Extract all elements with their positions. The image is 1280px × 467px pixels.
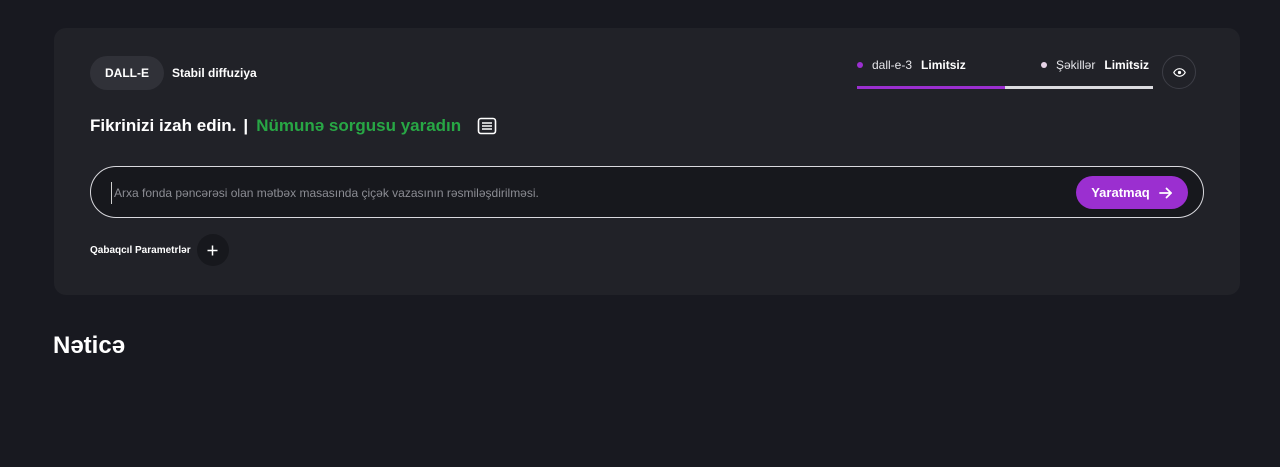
limit-name: dall-e-3 <box>872 58 913 72</box>
prompt-input[interactable] <box>111 182 1056 204</box>
advanced-settings-toggle[interactable] <box>196 234 229 266</box>
heading-separator: | <box>243 116 249 135</box>
limit-dall-e-3: dall-e-3 Limitsiz <box>857 58 966 72</box>
prompt-box: Yaratmaq <box>90 166 1204 218</box>
tab-dall-e[interactable]: DALL-E <box>90 56 164 90</box>
limit-value: Limitsiz <box>921 58 966 72</box>
eye-icon <box>1172 67 1186 77</box>
limit-value: Limitsiz <box>1104 58 1150 72</box>
usage-limits: dall-e-3 Limitsiz Şəkillər Limitsiz <box>857 55 1153 91</box>
advanced-settings-label: Qabaqcıl Parametrlər <box>90 244 191 256</box>
visibility-toggle-button[interactable] <box>1162 55 1196 89</box>
document-lines-icon[interactable] <box>477 117 497 135</box>
arrow-right-icon <box>1158 187 1173 199</box>
prompt-heading: Fikrinizi izah edin. | Nümunə sorgusu ya… <box>90 116 497 136</box>
advanced-settings: Qabaqcıl Parametrlər <box>90 234 229 266</box>
limit-bar-dall-e-3 <box>857 86 1005 89</box>
prompt-label: Fikrinizi izah edin. <box>90 116 237 135</box>
tab-stable-diffusion[interactable]: Stabil diffuziya <box>168 56 261 90</box>
limit-name: Şəkillər <box>1056 58 1096 72</box>
limit-images: Şəkillər Limitsiz <box>1041 58 1149 72</box>
generate-button-label: Yaratmaq <box>1091 185 1150 200</box>
result-title: Nəticə <box>53 332 126 359</box>
generator-panel: DALL-E Stabil diffuziya dall-e-3 Limitsi… <box>54 28 1240 295</box>
limit-bar-images <box>1005 86 1153 89</box>
plus-icon <box>207 245 218 255</box>
generate-button[interactable]: Yaratmaq <box>1076 176 1188 209</box>
status-dot-icon <box>1041 62 1047 68</box>
status-dot-icon <box>857 62 863 68</box>
model-tabs: DALL-E Stabil diffuziya <box>90 56 261 90</box>
generate-sample-prompt-link[interactable]: Nümunə sorgusu yaradın <box>256 116 461 136</box>
